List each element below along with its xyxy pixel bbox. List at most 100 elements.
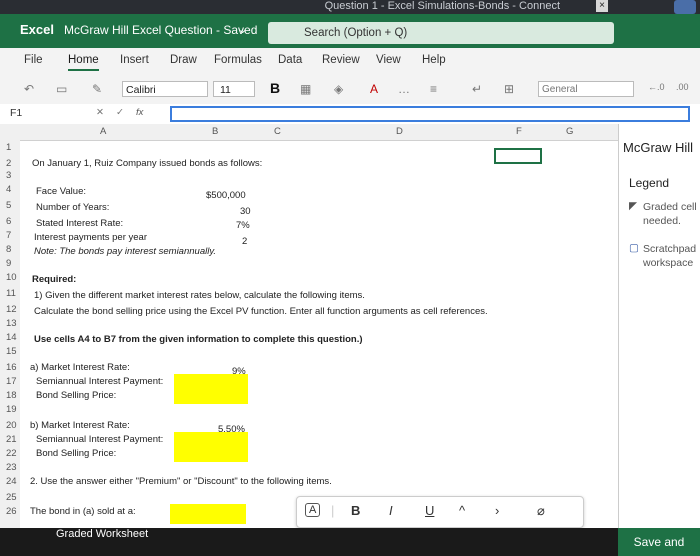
graded-cell-b21-b22[interactable]	[174, 432, 248, 462]
fill-color-icon[interactable]: ◈	[334, 82, 343, 96]
format-painter-icon[interactable]: ✎	[92, 82, 102, 96]
wrap-text-icon[interactable]: ↵	[472, 82, 482, 96]
row-number[interactable]: 13	[6, 318, 17, 329]
cell-a26[interactable]: The bond in (a) sold at a:	[30, 506, 136, 517]
tab-draw[interactable]: Draw	[170, 54, 197, 66]
col-header[interactable]: D	[396, 126, 403, 137]
more-icon[interactable]: …	[398, 82, 410, 96]
row-number[interactable]: 3	[6, 170, 11, 181]
row-number[interactable]: 6	[6, 216, 11, 227]
chevron-up-icon[interactable]: ^	[459, 503, 465, 518]
cell-a7[interactable]: Interest payments per year	[34, 232, 147, 243]
row-number[interactable]: 12	[6, 304, 17, 315]
row-number[interactable]: 10	[6, 272, 17, 283]
worksheet-grid[interactable]: A B C D F G 1 2 3 4 5 6 7 8 9 10 11 12 1…	[0, 124, 618, 542]
row-number[interactable]: 20	[6, 420, 17, 431]
row-number[interactable]: 9	[6, 258, 11, 269]
close-icon[interactable]: ×	[596, 0, 608, 12]
cell-a14[interactable]: Use cells A4 to B7 from the given inform…	[34, 334, 363, 345]
cell-a22[interactable]: Bond Selling Price:	[36, 448, 116, 459]
cell-a24[interactable]: 2. Use the answer either "Premium" or "D…	[30, 476, 332, 487]
col-header[interactable]: C	[274, 126, 281, 137]
cell-b4[interactable]: $500,000	[206, 190, 246, 201]
col-header[interactable]: F	[516, 126, 522, 137]
decrease-decimal-icon[interactable]: ←.0	[648, 82, 665, 92]
italic-button[interactable]: I	[389, 503, 393, 518]
cell-a17[interactable]: Semiannual Interest Payment:	[36, 376, 163, 387]
cell-b6[interactable]: 7%	[236, 220, 250, 231]
search-input[interactable]: Search (Option + Q)	[268, 22, 614, 44]
cell-a10[interactable]: Required:	[32, 274, 76, 285]
increase-decimal-icon[interactable]: .00	[676, 82, 689, 92]
avatar[interactable]	[674, 0, 696, 14]
font-color-icon[interactable]: A	[370, 82, 378, 96]
graded-cell-b17-b18[interactable]	[174, 374, 248, 404]
row-number[interactable]: 15	[6, 346, 17, 357]
chevron-right-icon[interactable]: ›	[495, 503, 499, 518]
cancel-icon[interactable]: ✕	[96, 107, 104, 118]
row-number[interactable]: 21	[6, 434, 17, 445]
tab-help[interactable]: Help	[422, 54, 446, 66]
col-header[interactable]: A	[100, 126, 106, 137]
cell-a4[interactable]: Face Value:	[36, 186, 86, 197]
tab-data[interactable]: Data	[278, 54, 302, 66]
row-number[interactable]: 25	[6, 492, 17, 503]
doc-title[interactable]: McGraw Hill Excel Question - Saved	[64, 23, 257, 37]
cell-a8[interactable]: Note: The bonds pay interest semiannuall…	[34, 246, 216, 257]
font-style-button[interactable]: A	[305, 503, 321, 517]
row-number[interactable]: 5	[6, 200, 11, 211]
save-button[interactable]: Save and	[618, 528, 700, 556]
row-number[interactable]: 17	[6, 376, 17, 387]
cell-a20[interactable]: b) Market Interest Rate:	[30, 420, 130, 431]
tab-insert[interactable]: Insert	[120, 54, 149, 66]
cell-a2[interactable]: On January 1, Ruiz Company issued bonds …	[32, 158, 262, 169]
row-number[interactable]: 23	[6, 462, 17, 473]
row-number[interactable]: 8	[6, 244, 11, 255]
row-number[interactable]: 19	[6, 404, 17, 415]
row-number[interactable]: 2	[6, 158, 11, 169]
chevron-down-icon[interactable]: ⌄	[238, 23, 247, 36]
cell-b7[interactable]: 2	[242, 236, 247, 247]
row-number[interactable]: 11	[6, 288, 16, 299]
row-number[interactable]: 16	[6, 362, 17, 373]
cell-a16[interactable]: a) Market Interest Rate:	[30, 362, 130, 373]
bold-button[interactable]: B	[351, 503, 360, 518]
tab-file[interactable]: File	[24, 54, 43, 66]
underline-button[interactable]: U	[425, 503, 434, 518]
cell-a18[interactable]: Bond Selling Price:	[36, 390, 116, 401]
cell-a21[interactable]: Semiannual Interest Payment:	[36, 434, 163, 445]
selected-cell[interactable]	[494, 148, 542, 164]
confirm-icon[interactable]: ✓	[116, 107, 124, 118]
tab-view[interactable]: View	[376, 54, 401, 66]
tab-review[interactable]: Review	[322, 54, 360, 66]
cell-b5[interactable]: 30	[240, 206, 251, 217]
col-header[interactable]: G	[566, 126, 573, 137]
row-number[interactable]: 1	[6, 142, 11, 153]
clipboard-icon[interactable]: ▭	[56, 82, 67, 96]
col-header[interactable]: B	[212, 126, 218, 137]
row-number[interactable]: 26	[6, 506, 17, 517]
paperclip-icon[interactable]: ⌀	[537, 503, 545, 519]
row-number[interactable]: 4	[6, 184, 11, 195]
row-number[interactable]: 22	[6, 448, 17, 459]
number-format-select[interactable]: General	[538, 81, 634, 97]
bold-button[interactable]: B	[270, 80, 280, 96]
row-number[interactable]: 18	[6, 390, 17, 401]
cell-a12[interactable]: Calculate the bond selling price using t…	[34, 306, 488, 317]
row-number[interactable]: 24	[6, 476, 17, 487]
row-number[interactable]: 14	[6, 332, 17, 343]
cell-a11[interactable]: 1) Given the different market interest r…	[34, 290, 365, 301]
font-size-select[interactable]: 11	[213, 81, 255, 97]
name-box[interactable]: F1	[10, 107, 22, 119]
graded-cell-b26[interactable]	[170, 504, 246, 524]
merge-icon[interactable]: ⊞	[504, 82, 514, 96]
sheet-tab-graded[interactable]: Graded Worksheet	[56, 528, 148, 540]
undo-icon[interactable]: ↶	[24, 82, 34, 96]
cell-a6[interactable]: Stated Interest Rate:	[36, 218, 123, 229]
formula-input[interactable]	[170, 106, 690, 122]
cell-a5[interactable]: Number of Years:	[36, 202, 109, 213]
font-select[interactable]: Calibri	[122, 81, 208, 97]
borders-icon[interactable]: ▦	[300, 82, 311, 96]
row-number[interactable]: 7	[6, 230, 11, 241]
tab-formulas[interactable]: Formulas	[214, 54, 262, 66]
